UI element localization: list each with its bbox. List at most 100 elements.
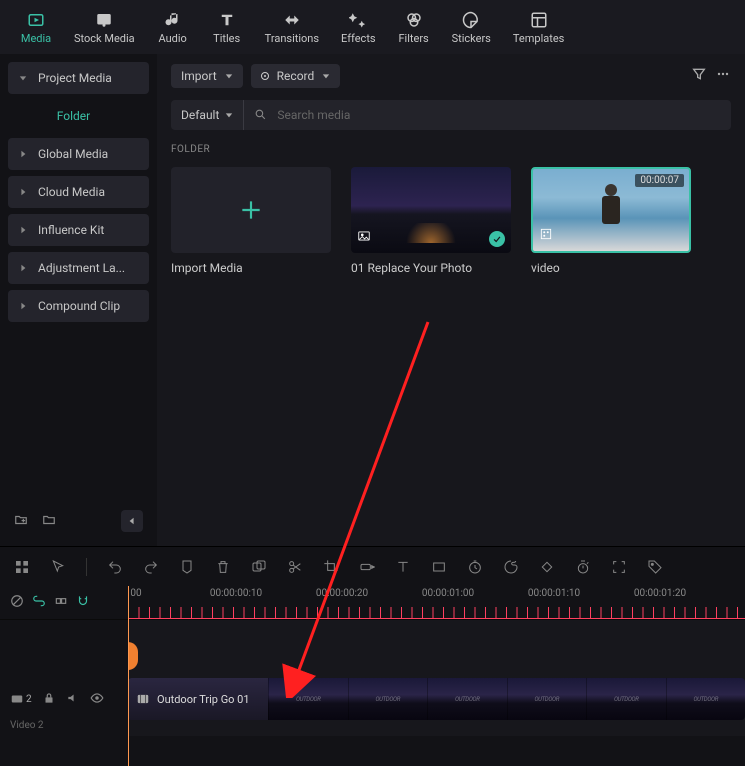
clip-handle[interactable] <box>128 642 138 670</box>
stopwatch-icon[interactable] <box>571 555 595 579</box>
aspect-icon[interactable] <box>427 555 451 579</box>
marker-icon[interactable] <box>175 555 199 579</box>
group-icon[interactable] <box>247 555 271 579</box>
sidebar-influence-kit-label: Influence Kit <box>38 223 104 237</box>
titles-icon <box>218 10 236 30</box>
timer-icon[interactable] <box>463 555 487 579</box>
timeline-body: 2 Video 2 Outdoor Trip Go 01 OUTDOOR OUT… <box>0 620 745 736</box>
link-icon[interactable] <box>32 593 46 612</box>
media-icon <box>27 10 45 30</box>
caret-right-icon <box>18 263 28 273</box>
sidebar-global-media[interactable]: Global Media <box>8 138 149 170</box>
redo-icon[interactable] <box>139 555 163 579</box>
color-icon[interactable] <box>499 555 523 579</box>
nav-audio[interactable]: Audio <box>147 6 199 49</box>
split-icon[interactable] <box>283 555 307 579</box>
timeline-ruler[interactable]: 00 00:00:00:10 00:00:00:20 00:00:01:00 0… <box>128 586 745 619</box>
timeline-toolbar <box>0 546 745 586</box>
templates-icon <box>530 10 548 30</box>
delete-icon[interactable] <box>211 555 235 579</box>
nav-stickers[interactable]: Stickers <box>442 6 501 49</box>
more-icon[interactable] <box>715 66 731 86</box>
nav-effects-label: Effects <box>341 32 376 45</box>
filter-icon[interactable] <box>691 66 707 86</box>
video-thumbnail-figure <box>591 184 631 234</box>
clip-header: Outdoor Trip Go 01 <box>128 678 268 720</box>
content-toolbar: Import Record <box>171 64 731 88</box>
filters-icon <box>405 10 423 30</box>
record-button-label: Record <box>277 69 315 83</box>
snap-icon[interactable] <box>54 593 68 612</box>
clip-frame: OUTDOOR <box>348 678 428 720</box>
new-folder-icon[interactable] <box>14 512 28 531</box>
track-count: 2 <box>26 694 32 705</box>
magnet-icon[interactable] <box>76 593 90 612</box>
timeline-clip[interactable]: Outdoor Trip Go 01 OUTDOOR OUTDOOR OUTDO… <box>128 678 745 720</box>
media-item-replace[interactable] <box>351 167 511 253</box>
sidebar-global-media-label: Global Media <box>38 147 108 161</box>
track-mute-icon[interactable] <box>66 691 80 708</box>
nav-titles[interactable]: Titles <box>201 6 253 49</box>
timeline-tracks[interactable]: Outdoor Trip Go 01 OUTDOOR OUTDOOR OUTDO… <box>128 620 745 736</box>
focus-icon[interactable] <box>607 555 631 579</box>
sidebar-compound-clip[interactable]: Compound Clip <box>8 290 149 322</box>
image-icon <box>357 228 371 247</box>
nav-stock-media-label: Stock Media <box>74 32 135 45</box>
media-item-video[interactable]: 00:00:07 <box>531 167 691 253</box>
timeline-header: 00 00:00:00:10 00:00:00:20 00:00:01:00 0… <box>0 586 745 620</box>
keyframe-icon[interactable] <box>535 555 559 579</box>
track-header-1[interactable]: 2 <box>0 678 128 720</box>
tag-icon[interactable] <box>643 555 667 579</box>
ruler-tick-2: 00:00:00:20 <box>316 588 368 599</box>
sidebar-project-media[interactable]: Project Media <box>8 62 149 94</box>
tile-video-label: video <box>531 261 691 275</box>
nav-templates[interactable]: Templates <box>503 6 574 49</box>
search-scope-label: Default <box>181 108 219 122</box>
nav-media[interactable]: Media <box>10 6 62 49</box>
text-icon[interactable] <box>391 555 415 579</box>
crop-icon[interactable] <box>319 555 343 579</box>
check-badge-icon <box>489 231 505 247</box>
nav-templates-label: Templates <box>513 32 564 45</box>
media-tiles: Import Media 01 Replace Your Photo 00:00… <box>171 167 731 275</box>
timeline-header-controls <box>0 586 128 619</box>
nav-stock-media[interactable]: Stock Media <box>64 6 145 49</box>
speed-icon[interactable] <box>355 555 379 579</box>
record-button[interactable]: Record <box>251 64 341 88</box>
track-visibility-icon[interactable] <box>90 691 104 708</box>
ruler-tick-5: 00:00:01:20 <box>634 588 686 599</box>
stock-media-icon <box>95 10 113 30</box>
import-media-button[interactable] <box>171 167 331 253</box>
tile-replace-label: 01 Replace Your Photo <box>351 261 511 275</box>
stickers-icon <box>462 10 480 30</box>
sidebar-project-media-label: Project Media <box>38 71 112 85</box>
nav-filters-label: Filters <box>398 32 428 45</box>
search-scope-dropdown[interactable]: Default <box>171 100 244 130</box>
track-lock-icon[interactable] <box>42 691 56 708</box>
clip-frame: OUTDOOR <box>427 678 507 720</box>
ruler-tick-0: 00 <box>130 588 141 599</box>
undo-icon[interactable] <box>103 555 127 579</box>
transitions-icon <box>283 10 301 30</box>
sidebar-cloud-media[interactable]: Cloud Media <box>8 176 149 208</box>
plus-icon <box>238 197 264 223</box>
nav-effects[interactable]: Effects <box>331 6 386 49</box>
clip-name: Outdoor Trip Go 01 <box>157 693 250 706</box>
folder-icon[interactable] <box>42 512 56 531</box>
record-icon <box>261 72 269 80</box>
sidebar-adjustment-layer[interactable]: Adjustment La... <box>8 252 149 284</box>
import-button[interactable]: Import <box>171 64 243 88</box>
nav-filters[interactable]: Filters <box>388 6 440 49</box>
sidebar-folder[interactable]: Folder <box>8 100 149 132</box>
search-input[interactable] <box>277 108 731 122</box>
lock-icon[interactable] <box>10 593 24 612</box>
track-header-2[interactable]: Video 2 <box>0 720 128 736</box>
ruler-tick-3: 00:00:01:00 <box>422 588 474 599</box>
sidebar-influence-kit[interactable]: Influence Kit <box>8 214 149 246</box>
caret-right-icon <box>18 187 28 197</box>
nav-transitions[interactable]: Transitions <box>255 6 329 49</box>
collapse-sidebar-button[interactable] <box>121 510 143 532</box>
playhead[interactable] <box>128 586 129 766</box>
cursor-icon[interactable] <box>46 555 70 579</box>
grid-icon[interactable] <box>10 555 34 579</box>
